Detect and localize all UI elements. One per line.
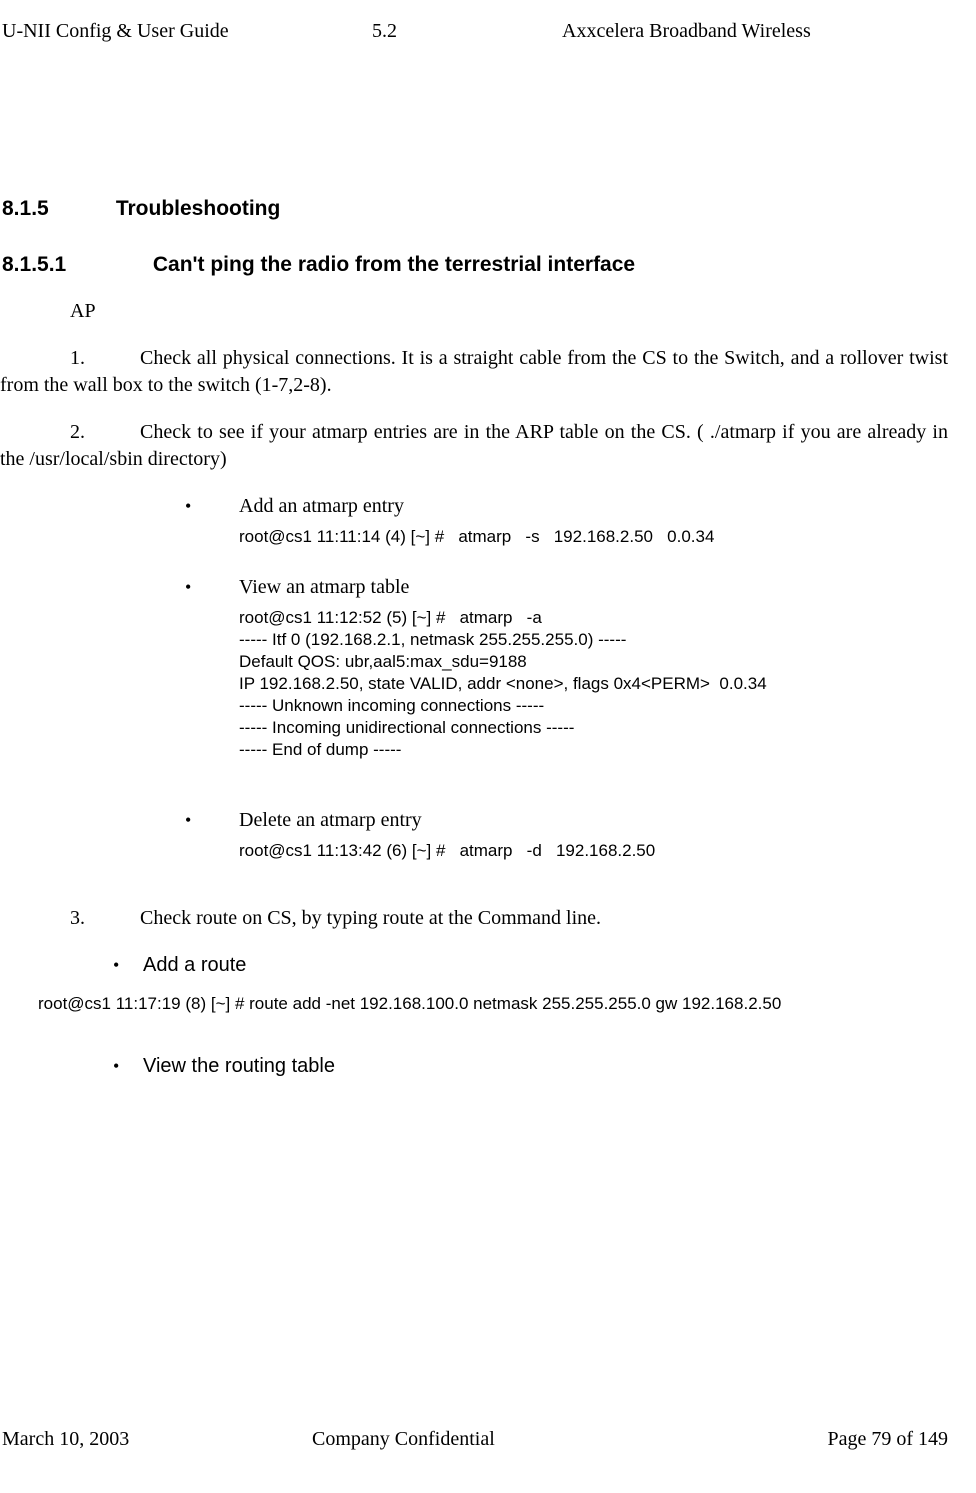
header-left: U-NII Config & User Guide	[2, 18, 372, 45]
bullet-icon: •	[185, 494, 239, 518]
bullet-label: View an atmarp table	[239, 574, 409, 601]
heading-8-1-5: 8.1.5 Troubleshooting	[0, 195, 948, 223]
bullet-icon: •	[185, 808, 239, 832]
footer-date: March 10, 2003	[2, 1426, 302, 1453]
heading-title: Troubleshooting	[116, 197, 280, 220]
bullet-label: Delete an atmarp entry	[239, 807, 422, 834]
page-footer: March 10, 2003 Company Confidential Page…	[2, 1426, 948, 1453]
code-add-route: root@cs1 11:17:19 (8) [~] # route add -n…	[38, 993, 948, 1016]
bullet-delete-atmarp: • Delete an atmarp entry root@cs1 11:13:…	[185, 807, 948, 862]
header-center: 5.2	[372, 18, 562, 45]
bullet-label: Add an atmarp entry	[239, 493, 404, 520]
bullet-add-route: • Add a route	[113, 952, 948, 979]
footer-confidential: Company Confidential	[302, 1426, 748, 1453]
code-add-atmarp: root@cs1 11:11:14 (4) [~] # atmarp -s 19…	[239, 526, 948, 548]
item-text: Check to see if your atmarp entries are …	[0, 421, 948, 470]
item-number: 3.	[0, 905, 140, 932]
bullet-view-atmarp: • View an atmarp table root@cs1 11:12:52…	[185, 574, 948, 762]
item-number: 2.	[0, 419, 140, 446]
numbered-item-1: 1.Check all physical connections. It is …	[0, 345, 948, 399]
heading-8-1-5-1: 8.1.5.1 Can't ping the radio from the te…	[0, 251, 948, 279]
numbered-item-3: 3.Check route on CS, by typing route at …	[0, 905, 948, 932]
footer-page-number: Page 79 of 149	[748, 1426, 948, 1453]
item-text: Check route on CS, by typing route at th…	[140, 907, 601, 929]
header-right: Axxcelera Broadband Wireless	[562, 18, 811, 45]
code-delete-atmarp: root@cs1 11:13:42 (6) [~] # atmarp -d 19…	[239, 840, 948, 862]
heading-number: 8.1.5	[2, 195, 110, 223]
numbered-item-2: 2.Check to see if your atmarp entries ar…	[0, 419, 948, 473]
bullet-icon: •	[113, 953, 143, 977]
code-view-atmarp: root@cs1 11:12:52 (5) [~] # atmarp -a --…	[239, 607, 948, 762]
bullet-view-routing: • View the routing table	[113, 1053, 948, 1080]
item-number: 1.	[0, 345, 140, 372]
bullet-icon: •	[185, 575, 239, 599]
ap-label: AP	[70, 298, 948, 325]
bullet-icon: •	[113, 1054, 143, 1078]
bullet-label: View the routing table	[143, 1053, 335, 1080]
heading-title: Can't ping the radio from the terrestria…	[153, 253, 635, 276]
page-header: U-NII Config & User Guide 5.2 Axxcelera …	[0, 18, 948, 45]
bullet-add-atmarp: • Add an atmarp entry root@cs1 11:11:14 …	[185, 493, 948, 548]
heading-number: 8.1.5.1	[2, 251, 147, 279]
item-text: Check all physical connections. It is a …	[0, 347, 948, 396]
bullet-label: Add a route	[143, 952, 246, 979]
